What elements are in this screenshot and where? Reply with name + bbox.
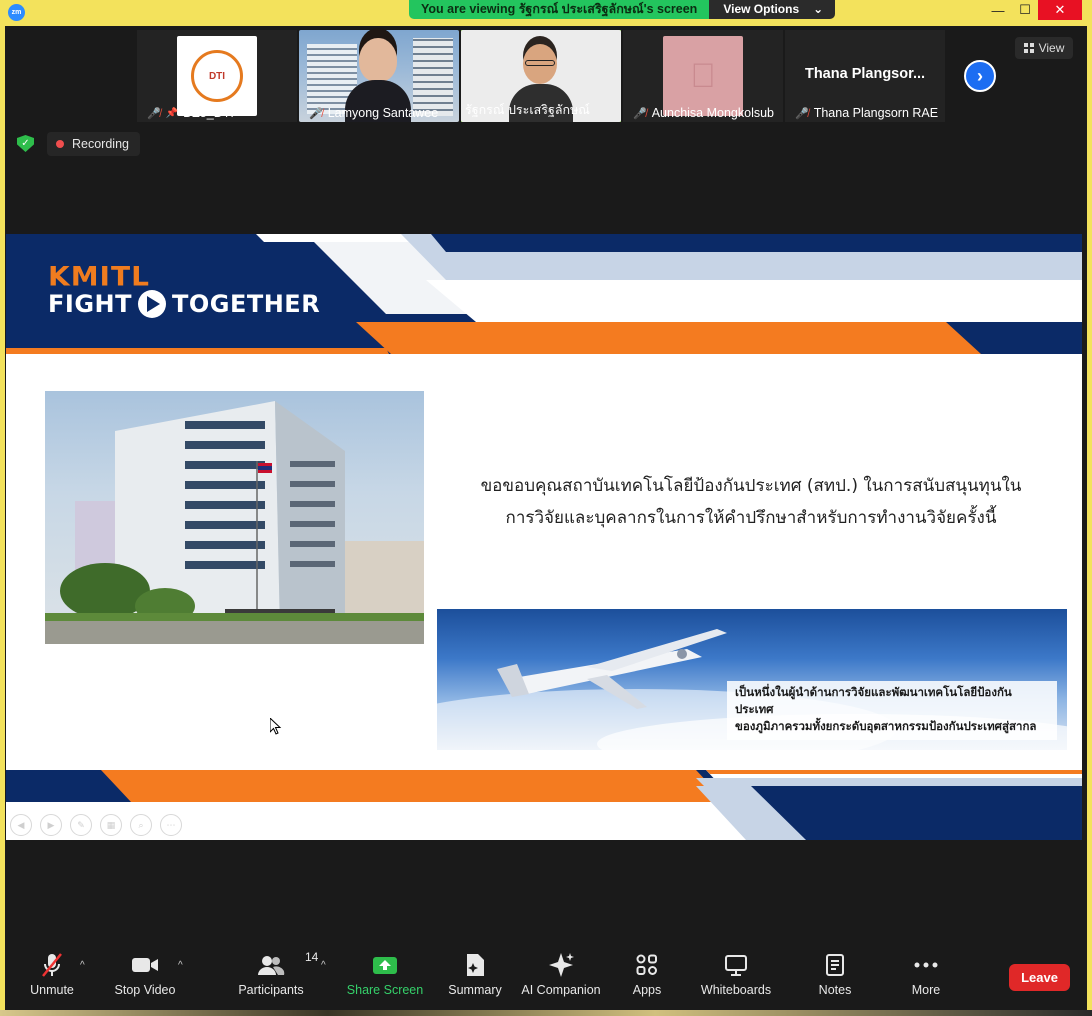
share-screen-icon bbox=[373, 950, 397, 980]
participant-name: Lamyong Santawee bbox=[327, 106, 439, 120]
chevron-down-icon: ⌄ bbox=[813, 2, 824, 16]
grid-icon bbox=[1023, 43, 1034, 53]
slides-grid-icon[interactable]: ▦ bbox=[100, 814, 122, 836]
participant-name: DZ5_DTI bbox=[183, 106, 234, 120]
apple-icon:  bbox=[690, 57, 716, 96]
taskbar-edge bbox=[0, 1010, 1092, 1016]
view-layout-button[interactable]: View bbox=[1015, 37, 1073, 59]
notes-button[interactable]: Notes bbox=[813, 950, 857, 1006]
participant-avatar:  bbox=[663, 36, 743, 116]
viewing-banner-text: You are viewing รัฐกรณ์ ประเสริฐลักษณ์'s… bbox=[409, 0, 710, 19]
view-options-button[interactable]: View Options ⌄ bbox=[709, 0, 836, 19]
title-bar: zm You are viewing รัฐกรณ์ ประเสริฐลักษณ… bbox=[0, 0, 1092, 26]
meeting-toolbar: Unmute ^ Stop Video ^ 14 Participants ^ … bbox=[5, 950, 1087, 1006]
whiteboards-button[interactable]: Whiteboards bbox=[698, 950, 774, 1006]
zoom-icon[interactable]: ⌕ bbox=[130, 814, 152, 836]
maximize-button[interactable]: ☐ bbox=[1011, 0, 1039, 20]
drone-banner-image: เป็นหนึ่งในผู้นำด้านการวิจัยและพัฒนาเทคโ… bbox=[437, 609, 1067, 750]
more-dots-icon bbox=[914, 950, 938, 980]
mic-muted-icon: 🎤̸ bbox=[795, 107, 809, 120]
shared-screen-slide: KMITL FIGHT TOGETHER ขอขอบคุณสถาบันเทคโน… bbox=[6, 234, 1082, 840]
participants-icon: 14 bbox=[257, 950, 318, 980]
pen-icon[interactable]: ✎ bbox=[70, 814, 92, 836]
unmute-button[interactable]: Unmute bbox=[27, 950, 77, 1006]
mic-muted-icon: 🎤̸ bbox=[633, 107, 647, 120]
zoom-app-icon: zm bbox=[8, 4, 25, 21]
acknowledgement-text: ขอขอบคุณสถาบันเทคโนโลยีป้องกันประเทศ (สท… bbox=[480, 476, 1022, 528]
mic-muted-icon: 🎤̸ bbox=[309, 107, 323, 120]
whiteboard-icon bbox=[724, 950, 748, 980]
notes-icon bbox=[825, 950, 845, 980]
participant-display-name: Thana Plangsor... bbox=[804, 66, 926, 82]
participant-avatar: DTI bbox=[177, 36, 257, 116]
mic-muted-icon: 🎤̸ bbox=[147, 107, 161, 120]
stop-video-button[interactable]: Stop Video bbox=[113, 950, 177, 1006]
close-icon: ✕ bbox=[1054, 2, 1066, 17]
participant-name: รัฐกรณ์ ประเสริฐลักษณ์ bbox=[465, 103, 590, 117]
minimize-button[interactable]: — bbox=[984, 0, 1012, 20]
participants-button[interactable]: 14 Participants bbox=[238, 950, 318, 1006]
minimize-icon: — bbox=[991, 2, 1005, 18]
participant-name: Thana Plangsorn RAE bbox=[813, 106, 939, 120]
share-screen-button[interactable]: Share Screen bbox=[347, 950, 423, 1006]
participant-tile[interactable]: Thana Plangsor... 🎤̸ Thana Plangsorn RAE bbox=[785, 30, 945, 122]
participant-tile[interactable]: 🎤̸ Lamyong Santawee bbox=[299, 30, 459, 122]
video-camera-icon bbox=[131, 950, 159, 980]
fight-together-logo: FIGHT TOGETHER bbox=[48, 290, 321, 318]
slide-controls: ◀ ▶ ✎ ▦ ⌕ ⋯ bbox=[10, 814, 182, 836]
previous-slide-button[interactable]: ◀ bbox=[10, 814, 32, 836]
play-icon bbox=[137, 290, 166, 318]
ai-companion-button[interactable]: AI Companion bbox=[521, 950, 601, 1006]
participant-tile[interactable]: DTI 🎤̸ 📌 DZ5_DTI bbox=[137, 30, 297, 122]
pin-icon: 📌 bbox=[165, 107, 179, 119]
dti-building-photo bbox=[45, 391, 424, 644]
summary-button[interactable]: Summary bbox=[445, 950, 505, 1006]
participants-count: 14 bbox=[305, 950, 319, 964]
viewing-banner: You are viewing รัฐกรณ์ ประเสริฐลักษณ์'s… bbox=[409, 0, 836, 19]
sparkle-icon bbox=[548, 950, 574, 980]
close-button[interactable]: ✕ bbox=[1038, 0, 1082, 20]
maximize-icon: ☐ bbox=[1019, 2, 1031, 17]
participants-options-caret[interactable]: ^ bbox=[321, 960, 326, 971]
apps-button[interactable]: Apps bbox=[627, 950, 667, 1006]
microphone-muted-icon bbox=[39, 950, 65, 980]
recording-indicator[interactable]: Recording bbox=[47, 132, 140, 156]
participant-tile[interactable]:  🎤̸ Aunchisa Mongkolsub bbox=[623, 30, 783, 122]
chevron-right-icon: › bbox=[977, 65, 983, 86]
video-options-caret[interactable]: ^ bbox=[178, 960, 183, 971]
audio-options-caret[interactable]: ^ bbox=[80, 960, 85, 971]
summary-document-icon bbox=[465, 950, 485, 980]
leave-meeting-button[interactable]: Leave bbox=[1009, 964, 1070, 991]
kmitl-logo-text: KMITL bbox=[48, 260, 150, 293]
participant-name: Aunchisa Mongkolsub bbox=[651, 106, 774, 120]
banner-caption: เป็นหนึ่งในผู้นำด้านการวิจัยและพัฒนาเทคโ… bbox=[727, 681, 1057, 740]
apps-icon bbox=[636, 950, 658, 980]
more-options-icon[interactable]: ⋯ bbox=[160, 814, 182, 836]
participant-strip: DTI 🎤̸ 📌 DZ5_DTI 🎤̸ Lamyong Santawee รัฐ… bbox=[137, 30, 945, 122]
more-button[interactable]: More bbox=[905, 950, 947, 1006]
participant-tile-active-speaker[interactable]: รัฐกรณ์ ประเสริฐลักษณ์ bbox=[461, 30, 621, 122]
next-participants-button[interactable]: › bbox=[964, 60, 996, 92]
next-slide-button[interactable]: ▶ bbox=[40, 814, 62, 836]
